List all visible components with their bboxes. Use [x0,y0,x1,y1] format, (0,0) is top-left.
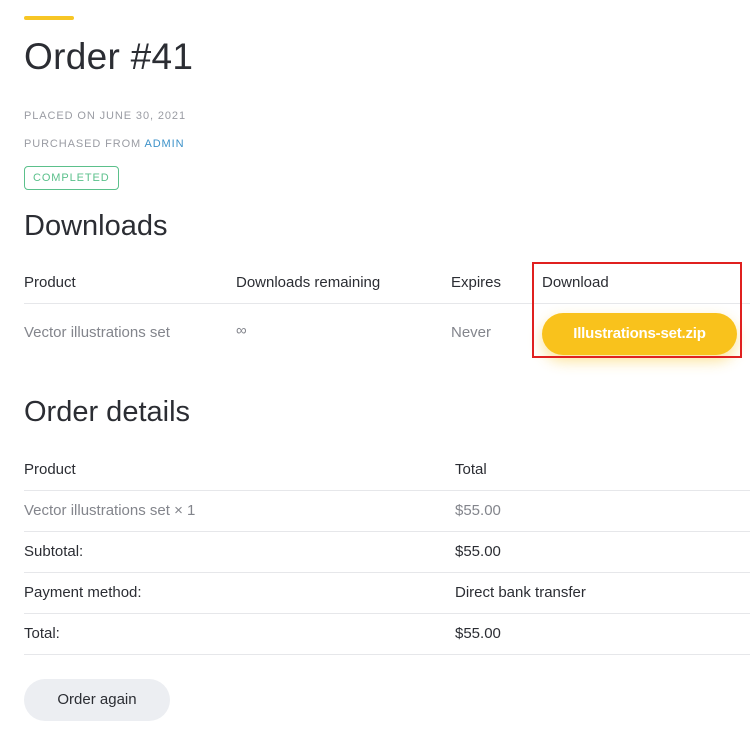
total-value: $55.00 [455,625,501,642]
placed-on-date: JUNE 30, 2021 [99,110,186,122]
purchased-from-link[interactable]: ADMIN [144,138,184,150]
status-badge: COMPLETED [24,166,119,190]
payment-method-divider [24,613,750,614]
subtotal-value: $55.00 [455,543,501,560]
placed-on-label: PLACED ON [24,110,96,122]
purchased-from-line: PURCHASED FROM ADMIN [24,138,184,150]
payment-method-value: Direct bank transfer [455,584,586,601]
downloads-title: Downloads [24,210,168,242]
total-label: Total: [24,625,60,642]
details-item-total: $55.00 [455,502,501,519]
details-header-total: Total [455,461,487,478]
purchased-from-label: PURCHASED FROM [24,138,142,150]
order-again-button[interactable]: Order again [24,679,170,721]
downloads-header-expires: Expires [451,274,502,291]
details-header-divider [24,490,750,491]
details-item-name: Vector illustrations set × 1 [24,502,196,519]
details-header-product: Product [24,461,76,478]
accent-bar [24,16,74,20]
downloads-row-expires: Never [451,324,492,341]
placed-on-line: PLACED ON JUNE 30, 2021 [24,110,186,122]
order-details-title: Order details [24,396,191,428]
downloads-header-product: Product [24,274,76,291]
page-title: Order #41 [24,36,194,77]
payment-method-label: Payment method: [24,584,142,601]
subtotal-divider [24,572,750,573]
downloads-row-remaining: ∞ [236,322,247,339]
downloads-header-remaining: Downloads remaining [236,274,381,291]
subtotal-label: Subtotal: [24,543,84,560]
download-column-highlight [532,262,742,358]
downloads-row-product: Vector illustrations set [24,324,170,341]
total-divider [24,654,750,655]
details-item-divider [24,531,750,532]
